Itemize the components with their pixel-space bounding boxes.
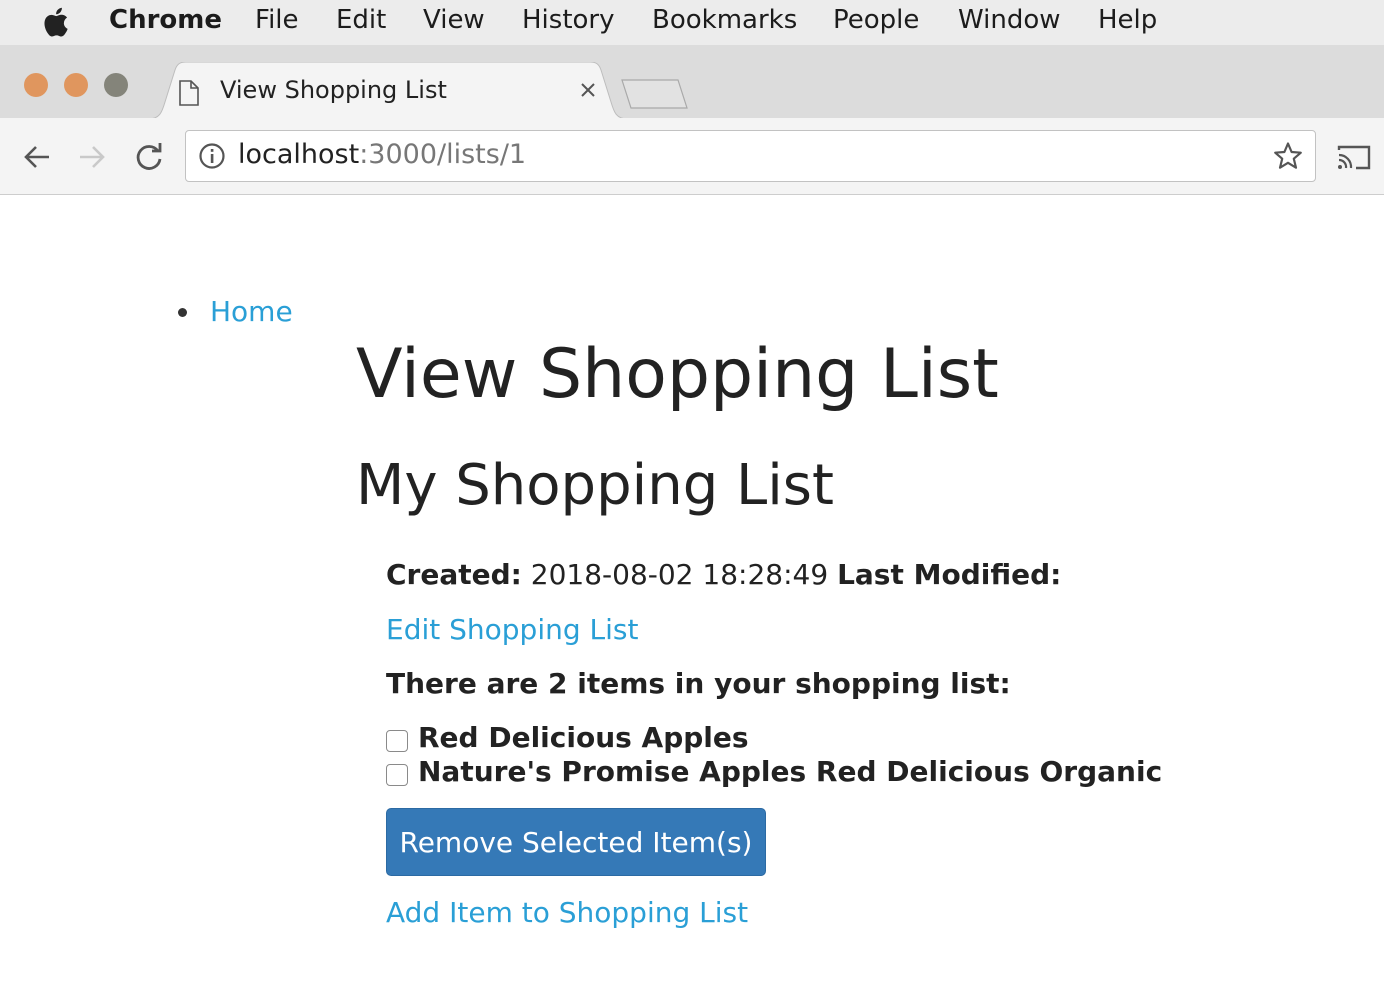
created-value: 2018-08-02 18:28:49 [530, 558, 829, 591]
list-name-heading: My Shopping List [356, 453, 834, 518]
list-metadata: Created: 2018-08-02 18:28:49 Last Modifi… [386, 558, 1061, 591]
created-label: Created: [386, 558, 522, 591]
page-icon [179, 80, 199, 106]
item-checkbox[interactable] [386, 730, 408, 752]
remove-selected-button[interactable]: Remove Selected Item(s) [386, 808, 766, 876]
menu-view[interactable]: View [423, 5, 485, 35]
menu-history[interactable]: History [522, 5, 615, 35]
url-path: :3000/lists/1 [359, 139, 527, 170]
info-icon[interactable] [198, 142, 226, 170]
edit-list-link[interactable]: Edit Shopping List [386, 613, 638, 646]
apple-icon[interactable] [40, 6, 70, 38]
menu-window[interactable]: Window [958, 5, 1061, 35]
cast-icon[interactable] [1336, 143, 1372, 171]
menu-bar: Chrome File Edit View History Bookmarks … [0, 0, 1384, 46]
tab-title: View Shopping List [220, 76, 447, 104]
window-close-button[interactable] [24, 73, 48, 97]
menu-app-name[interactable]: Chrome [109, 5, 222, 35]
menu-bookmarks[interactable]: Bookmarks [652, 5, 797, 35]
new-tab-button[interactable] [620, 78, 690, 112]
menu-edit[interactable]: Edit [336, 5, 386, 35]
tab-active[interactable]: View Shopping List [148, 62, 628, 120]
menu-help[interactable]: Help [1098, 5, 1157, 35]
menu-file[interactable]: File [255, 5, 299, 35]
menu-people[interactable]: People [833, 5, 919, 35]
item-label: Red Delicious Apples [418, 721, 749, 754]
add-item-link[interactable]: Add Item to Shopping List [386, 896, 748, 929]
tab-close-icon[interactable] [578, 80, 598, 100]
bullet [178, 308, 187, 317]
home-link[interactable]: Home [210, 295, 293, 328]
address-bar[interactable]: localhost:3000/lists/1 [185, 130, 1316, 182]
item-count-text: There are 2 items in your shopping list: [386, 667, 1011, 700]
item-label: Nature's Promise Apples Red Delicious Or… [418, 755, 1163, 788]
last-modified-label: Last Modified: [837, 558, 1062, 591]
url-host: localhost [238, 139, 360, 170]
window-minimize-button[interactable] [64, 73, 88, 97]
window-maximize-button[interactable] [104, 73, 128, 97]
url-text[interactable]: localhost:3000/lists/1 [238, 139, 526, 170]
page-content: Home View Shopping List My Shopping List… [0, 195, 1384, 982]
bookmark-star-icon[interactable] [1273, 141, 1303, 171]
page-title: View Shopping List [356, 335, 999, 414]
reload-icon[interactable] [133, 141, 165, 173]
back-arrow-icon[interactable] [22, 142, 52, 172]
forward-arrow-icon[interactable] [77, 142, 107, 172]
item-checkbox[interactable] [386, 764, 408, 786]
